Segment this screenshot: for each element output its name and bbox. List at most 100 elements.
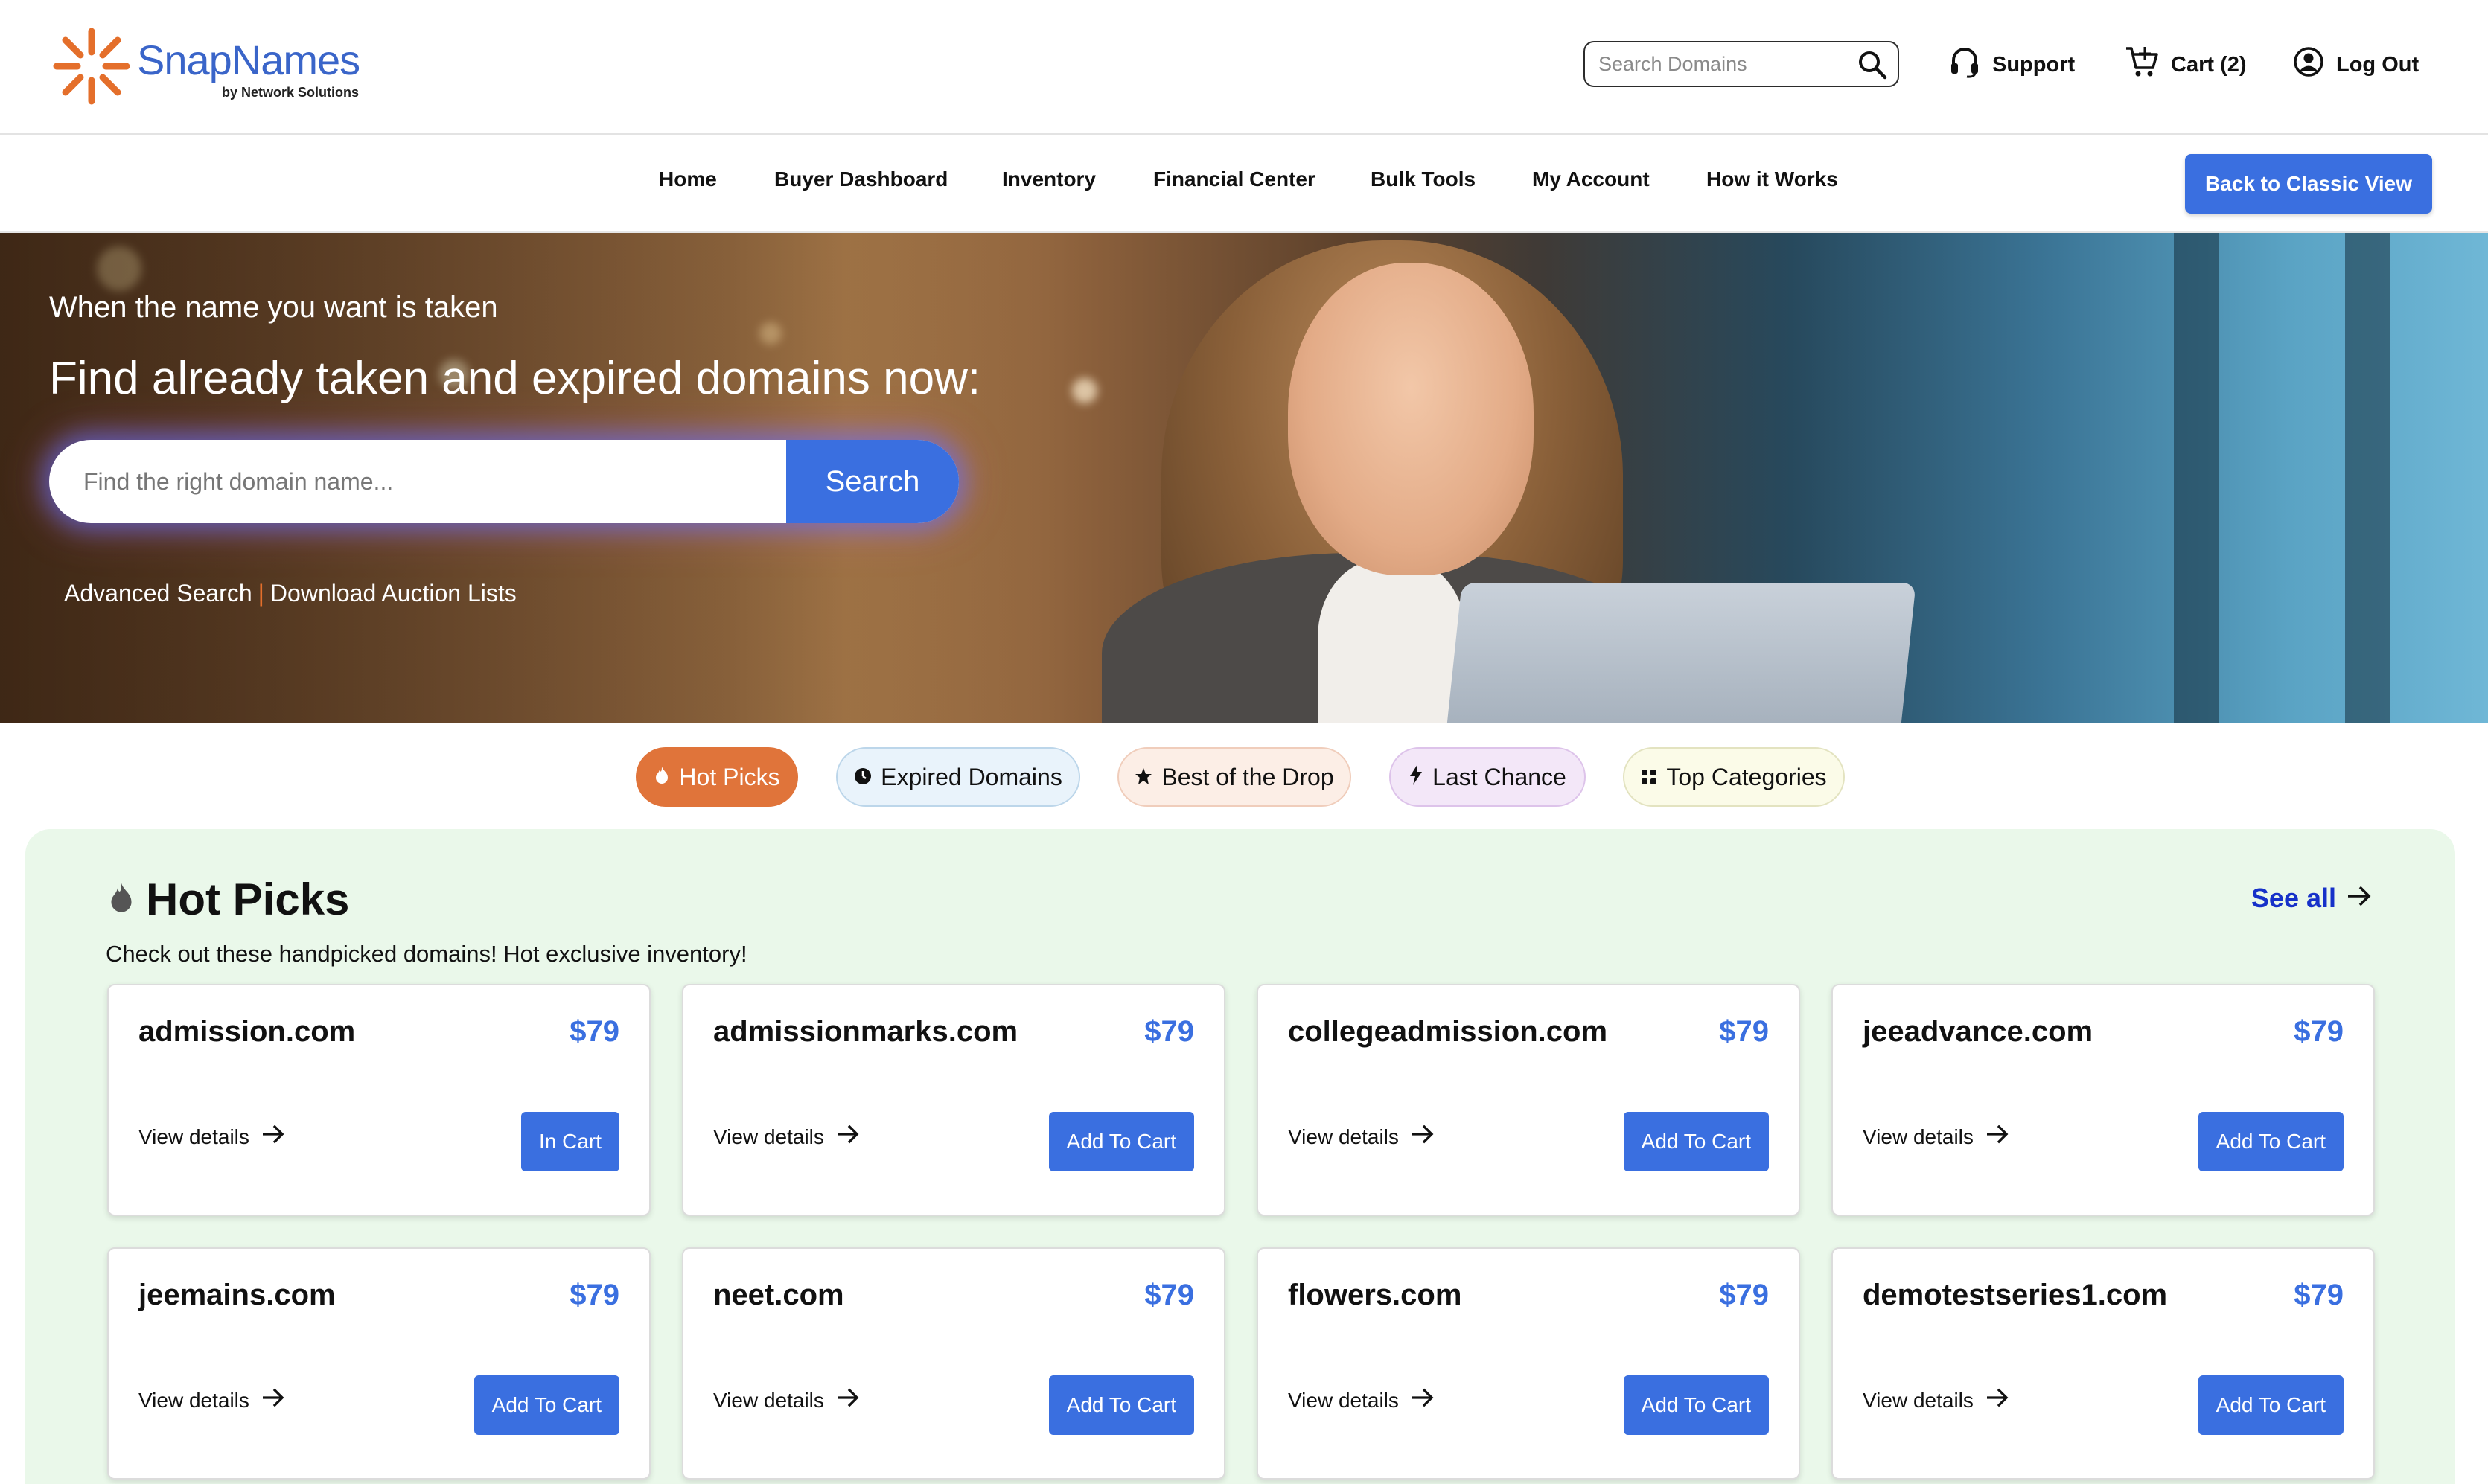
clock-icon xyxy=(854,764,872,791)
domain-name: admission.com xyxy=(138,1015,356,1048)
hero-search-input[interactable] xyxy=(82,462,782,501)
view-details-link[interactable]: View details xyxy=(713,1124,860,1150)
domain-card: admissionmarks.com $79 View details Add … xyxy=(682,984,1225,1216)
domain-price: $79 xyxy=(2294,1279,2344,1311)
download-auction-lists-link[interactable]: Download Auction Lists xyxy=(270,580,517,607)
view-details-label: View details xyxy=(1863,1125,1974,1148)
tab-top-categories[interactable]: Top Categories xyxy=(1623,747,1845,807)
domain-card: collegeadmission.com $79 View details Ad… xyxy=(1257,984,1800,1216)
arrow-right-icon xyxy=(836,1387,860,1413)
star-icon xyxy=(1135,764,1152,791)
tab-best-of-the-drop[interactable]: Best of the Drop xyxy=(1117,747,1351,807)
add-to-cart-button[interactable]: Add To Cart xyxy=(473,1375,619,1435)
domain-name: admissionmarks.com xyxy=(713,1015,1018,1048)
top-header: SnapNames by Network Solutions Support C… xyxy=(0,0,2488,135)
view-details-link[interactable]: View details xyxy=(1863,1387,2009,1413)
see-all-link[interactable]: See all xyxy=(2251,883,2372,914)
arrow-right-icon xyxy=(836,1124,860,1150)
grid-icon xyxy=(1641,764,1657,791)
snapnames-logo[interactable]: SnapNames by Network Solutions xyxy=(51,25,371,107)
view-details-link[interactable]: View details xyxy=(713,1387,860,1413)
tab-hot-picks[interactable]: Hot Picks xyxy=(636,747,798,807)
hero-links: Advanced Search | Download Auction Lists xyxy=(64,580,517,607)
nav-inventory[interactable]: Inventory xyxy=(1002,167,1096,191)
domain-name: collegeadmission.com xyxy=(1288,1015,1608,1048)
hero-subtitle: When the name you want is taken xyxy=(49,291,498,324)
tab-expired-domains[interactable]: Expired Domains xyxy=(836,747,1080,807)
arrow-right-icon xyxy=(1985,1124,2009,1150)
tab-label: Hot Picks xyxy=(679,763,780,790)
arrow-right-icon xyxy=(1411,1387,1435,1413)
domain-name: neet.com xyxy=(713,1279,844,1311)
domain-card: flowers.com $79 View details Add To Cart xyxy=(1257,1247,1800,1480)
view-details-link[interactable]: View details xyxy=(1288,1387,1435,1413)
add-to-cart-button[interactable]: Add To Cart xyxy=(1623,1112,1769,1171)
tab-label: Expired Domains xyxy=(881,763,1062,790)
header-search-input[interactable] xyxy=(1597,50,1843,78)
add-to-cart-button[interactable]: Add To Cart xyxy=(2198,1375,2344,1435)
arrow-right-icon xyxy=(2347,883,2372,914)
headset-icon xyxy=(1949,45,1980,84)
nav-buyer-dashboard[interactable]: Buyer Dashboard xyxy=(774,167,948,191)
add-to-cart-button[interactable]: Add To Cart xyxy=(1623,1375,1769,1435)
domain-card: neet.com $79 View details Add To Cart xyxy=(682,1247,1225,1480)
section-title-text: Hot Picks xyxy=(146,874,350,924)
add-to-cart-button[interactable]: Add To Cart xyxy=(1048,1375,1194,1435)
hero-search-button[interactable]: Search xyxy=(786,440,959,523)
nav-my-account[interactable]: My Account xyxy=(1532,167,1650,191)
tab-last-chance[interactable]: Last Chance xyxy=(1389,747,1586,807)
domain-price: $79 xyxy=(1144,1015,1194,1048)
bolt-icon xyxy=(1409,764,1423,791)
view-details-label: View details xyxy=(138,1388,249,1412)
cart-link[interactable]: Cart (2) xyxy=(2125,46,2247,83)
domain-price: $79 xyxy=(1719,1015,1769,1048)
nav-home[interactable]: Home xyxy=(659,167,717,191)
arrow-right-icon xyxy=(261,1387,285,1413)
view-details-label: View details xyxy=(713,1388,824,1412)
view-details-link[interactable]: View details xyxy=(1863,1124,2009,1150)
nav-how-it-works[interactable]: How it Works xyxy=(1706,167,1838,191)
hero-search-bar: Search xyxy=(49,440,959,523)
bokeh-light xyxy=(1072,378,1097,403)
add-to-cart-button[interactable]: Add To Cart xyxy=(1048,1112,1194,1171)
nav-bulk-tools[interactable]: Bulk Tools xyxy=(1371,167,1476,191)
view-details-label: View details xyxy=(713,1125,824,1148)
window-frame xyxy=(2345,233,2390,723)
domain-card: jeemains.com $79 View details Add To Car… xyxy=(107,1247,651,1480)
hero-banner: When the name you want is taken Find alr… xyxy=(0,233,2488,723)
advanced-search-link[interactable]: Advanced Search xyxy=(64,580,252,607)
add-to-cart-button[interactable]: Add To Cart xyxy=(2198,1112,2344,1171)
burst-logo-icon xyxy=(53,28,130,105)
tab-label: Last Chance xyxy=(1432,763,1566,790)
hot-picks-panel: Hot Picks Check out these handpicked dom… xyxy=(25,829,2455,1484)
view-details-link[interactable]: View details xyxy=(1288,1124,1435,1150)
tab-label: Best of the Drop xyxy=(1161,763,1334,790)
section-title: Hot Picks xyxy=(107,874,349,925)
support-link[interactable]: Support xyxy=(1949,46,2075,83)
domain-price: $79 xyxy=(570,1015,619,1048)
domain-name: flowers.com xyxy=(1288,1279,1462,1311)
domain-price: $79 xyxy=(1144,1279,1194,1311)
main-nav: Home Buyer Dashboard Inventory Financial… xyxy=(0,135,2488,233)
domain-price: $79 xyxy=(1719,1279,1769,1311)
domain-price: $79 xyxy=(570,1279,619,1311)
hero-title: Find already taken and expired domains n… xyxy=(49,353,981,404)
view-details-link[interactable]: View details xyxy=(138,1124,285,1150)
view-details-link[interactable]: View details xyxy=(138,1387,285,1413)
logout-link[interactable]: Log Out xyxy=(2293,46,2419,83)
photo-person-face xyxy=(1288,263,1534,575)
arrow-right-icon xyxy=(1411,1124,1435,1150)
domain-card: jeeadvance.com $79 View details Add To C… xyxy=(1831,984,2375,1216)
brand-sub: by Network Solutions xyxy=(222,85,360,100)
domain-name: jeemains.com xyxy=(138,1279,336,1311)
logout-label: Log Out xyxy=(2336,52,2420,77)
search-icon[interactable] xyxy=(1857,50,1887,83)
back-to-classic-button[interactable]: Back to Classic View xyxy=(2185,154,2432,214)
arrow-right-icon xyxy=(261,1124,285,1150)
nav-financial-center[interactable]: Financial Center xyxy=(1153,167,1315,191)
view-details-label: View details xyxy=(1288,1125,1399,1148)
view-details-label: View details xyxy=(1863,1388,1974,1412)
support-label: Support xyxy=(1992,52,2076,77)
in-cart-button[interactable]: In Cart xyxy=(520,1112,619,1171)
photo-laptop xyxy=(1441,583,1916,723)
